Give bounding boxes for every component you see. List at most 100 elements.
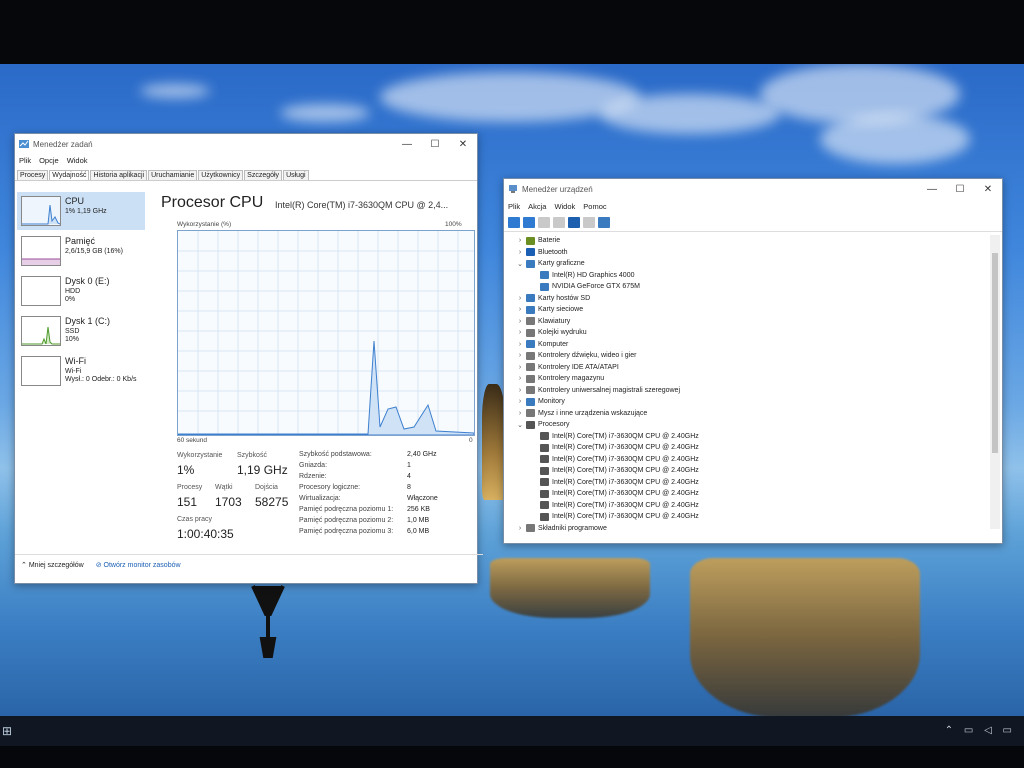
- chevron-right-icon[interactable]: ›: [516, 306, 524, 313]
- tree-device[interactable]: Intel(R) HD Graphics 4000: [530, 270, 634, 282]
- tree-view-icon[interactable]: [553, 216, 565, 228]
- back-arrow-icon[interactable]: [508, 216, 520, 228]
- chevron-right-icon[interactable]: ›: [516, 387, 524, 394]
- screen-bezel-bottom: [0, 746, 1024, 768]
- open-resource-monitor-link[interactable]: ⊘ Otwórz monitor zasobów: [96, 561, 181, 569]
- device-icon: [526, 409, 535, 418]
- chevron-right-icon[interactable]: ›: [516, 375, 524, 382]
- menu-item-options[interactable]: Opcje: [39, 156, 59, 165]
- tree-device[interactable]: Intel(R) Core(TM) i7-3630QM CPU @ 2.40GH…: [530, 454, 699, 466]
- handles-value: 58275: [255, 495, 289, 509]
- chevron-right-icon[interactable]: ›: [516, 318, 524, 325]
- sidebar-wifi-name: Wi-Fi: [65, 356, 86, 366]
- tab-processes[interactable]: Procesy: [17, 170, 49, 180]
- tree-device[interactable]: Intel(R) Core(TM) i7-3630QM CPU @ 2.40GH…: [530, 500, 699, 512]
- tree-category[interactable]: › Kontrolery dźwięku, wideo i gier: [516, 350, 636, 362]
- device-manager-titlebar[interactable]: Menedżer urządzeń — ☐ ✕: [504, 179, 1002, 199]
- tab-details[interactable]: Szczegóły: [244, 170, 283, 180]
- tree-device[interactable]: Intel(R) Core(TM) i7-3630QM CPU @ 2.40GH…: [530, 442, 699, 454]
- tree-category[interactable]: › Karty sieciowe: [516, 304, 583, 316]
- tree-label: Intel(R) HD Graphics 4000: [552, 271, 635, 279]
- cpu-thumbnail: [21, 196, 61, 226]
- threads-label: Wątki: [215, 484, 233, 491]
- sidebar-disk0-type: HDD: [65, 288, 81, 295]
- device-manager-window[interactable]: Menedżer urządzeń — ☐ ✕ Plik Akcja Widok…: [503, 178, 1003, 544]
- tree-category[interactable]: › Kontrolery magazynu: [516, 373, 604, 385]
- tree-device[interactable]: Intel(R) Core(TM) i7-3630QM CPU @ 2.40GH…: [530, 511, 699, 523]
- close-button[interactable]: ✕: [974, 184, 1002, 195]
- maximize-button[interactable]: ☐: [946, 184, 974, 195]
- tree-category[interactable]: › Monitory: [516, 396, 565, 408]
- tree-category[interactable]: › Kolejki wydruku: [516, 327, 587, 339]
- sidebar-item-cpu[interactable]: CPU 1% 1,19 GHz: [17, 192, 145, 230]
- tree-device[interactable]: Intel(R) Core(TM) i7-3630QM CPU @ 2.40GH…: [530, 488, 699, 500]
- chevron-right-icon[interactable]: ›: [516, 410, 524, 417]
- tree-device[interactable]: Intel(R) Core(TM) i7-3630QM CPU @ 2.40GH…: [530, 431, 699, 443]
- minimize-button[interactable]: —: [918, 184, 946, 195]
- maximize-button[interactable]: ☐: [421, 139, 449, 150]
- chevron-down-icon[interactable]: ⌄: [516, 260, 524, 268]
- tab-services[interactable]: Usługi: [283, 170, 309, 180]
- tree-category[interactable]: › Klawiatury: [516, 316, 570, 328]
- tree-category[interactable]: › Składniki programowe: [516, 523, 607, 535]
- chevron-right-icon[interactable]: ›: [516, 329, 524, 336]
- menu-item-action[interactable]: Akcja: [528, 202, 546, 211]
- tree-device[interactable]: Intel(R) Core(TM) i7-3630QM CPU @ 2.40GH…: [530, 465, 699, 477]
- sidebar-disk0-value: 0%: [65, 296, 76, 303]
- tab-app-history[interactable]: Historia aplikacji: [90, 170, 148, 180]
- help-icon[interactable]: [568, 216, 580, 228]
- chevron-right-icon[interactable]: ›: [516, 398, 524, 405]
- task-manager-window[interactable]: Menedżer zadań — ☐ ✕ Plik Opcje Widok Pr…: [14, 133, 483, 584]
- sidebar-item-disk0[interactable]: Dysk 0 (E:) HDD 0%: [17, 272, 145, 310]
- sidebar-item-wifi[interactable]: Wi-Fi Wi-Fi Wysł.: 0 Odebr.: 0 Kb/s: [17, 352, 145, 390]
- tree-category[interactable]: ⌄ Procesory: [516, 419, 570, 431]
- chevron-right-icon[interactable]: ›: [516, 237, 524, 244]
- menu-item-file[interactable]: Plik: [508, 202, 520, 211]
- tree-category[interactable]: › Karty hostów SD: [516, 293, 590, 305]
- chevron-right-icon[interactable]: ›: [516, 364, 524, 371]
- tab-performance[interactable]: Wydajność: [49, 170, 90, 180]
- tree-category[interactable]: › Kontrolery IDE ATA/ATAPI: [516, 362, 619, 374]
- sidebar-item-memory[interactable]: Pamięć 2,6/15,9 GB (16%): [17, 232, 145, 270]
- minimize-button[interactable]: —: [393, 139, 421, 150]
- menu-item-view[interactable]: Widok: [67, 156, 88, 165]
- chevron-right-icon[interactable]: ›: [516, 295, 524, 302]
- tab-startup[interactable]: Uruchamianie: [148, 170, 198, 180]
- task-manager-titlebar[interactable]: Menedżer zadań — ☐ ✕: [15, 134, 477, 154]
- processes-value: 151: [177, 495, 198, 509]
- tree-category[interactable]: › Komputer: [516, 339, 568, 351]
- tree-label: Kontrolery dźwięku, wideo i gier: [538, 352, 637, 360]
- sidebar-cpu-name: CPU: [65, 196, 85, 206]
- tab-users[interactable]: Użytkownicy: [198, 170, 244, 180]
- device-icon: [540, 443, 549, 452]
- tree-category[interactable]: › Mysz i inne urządzenia wskazujące: [516, 408, 647, 420]
- scrollbar-thumb[interactable]: [992, 253, 998, 453]
- monitor-icon[interactable]: [598, 216, 610, 228]
- tab-strip: Procesy Wydajność Historia aplikacji Uru…: [15, 167, 477, 181]
- device-icon: [526, 340, 535, 349]
- tree-category[interactable]: › Bluetooth: [516, 247, 568, 259]
- chevron-right-icon[interactable]: ›: [516, 352, 524, 359]
- chevron-down-icon[interactable]: ⌄: [516, 421, 524, 429]
- menu-item-help[interactable]: Pomoc: [583, 202, 606, 211]
- sidebar-item-disk1[interactable]: Dysk 1 (C:) SSD 10%: [17, 312, 145, 350]
- tree-scrollbar[interactable]: [990, 235, 1000, 529]
- list-view-icon[interactable]: [583, 216, 595, 228]
- forward-arrow-icon[interactable]: [523, 216, 535, 228]
- menu-item-file[interactable]: Plik: [19, 156, 31, 165]
- close-button[interactable]: ✕: [449, 139, 477, 150]
- tree-category[interactable]: ⌄ Karty graficzne: [516, 258, 585, 270]
- tree-category[interactable]: › Baterie: [516, 235, 560, 247]
- menu-item-view[interactable]: Widok: [554, 202, 575, 211]
- tree-category[interactable]: › Kontrolery uniwersalnej magistrali szer…: [516, 385, 680, 397]
- fewer-details-button[interactable]: ⌃ Mniej szczegółów: [21, 561, 84, 569]
- tree-device[interactable]: Intel(R) Core(TM) i7-3630QM CPU @ 2.40GH…: [530, 477, 699, 489]
- handles-label: Dojścia: [255, 484, 278, 491]
- chevron-right-icon[interactable]: ›: [516, 525, 524, 532]
- chevron-right-icon[interactable]: ›: [516, 341, 524, 348]
- windows-start-icon[interactable]: ⊞: [2, 724, 16, 738]
- tree-device[interactable]: NVIDIA GeForce GTX 675M: [530, 281, 640, 293]
- system-tray[interactable]: ⌃ ▭ ◁ ▭: [945, 725, 1016, 736]
- properties-icon[interactable]: [538, 216, 550, 228]
- chevron-right-icon[interactable]: ›: [516, 249, 524, 256]
